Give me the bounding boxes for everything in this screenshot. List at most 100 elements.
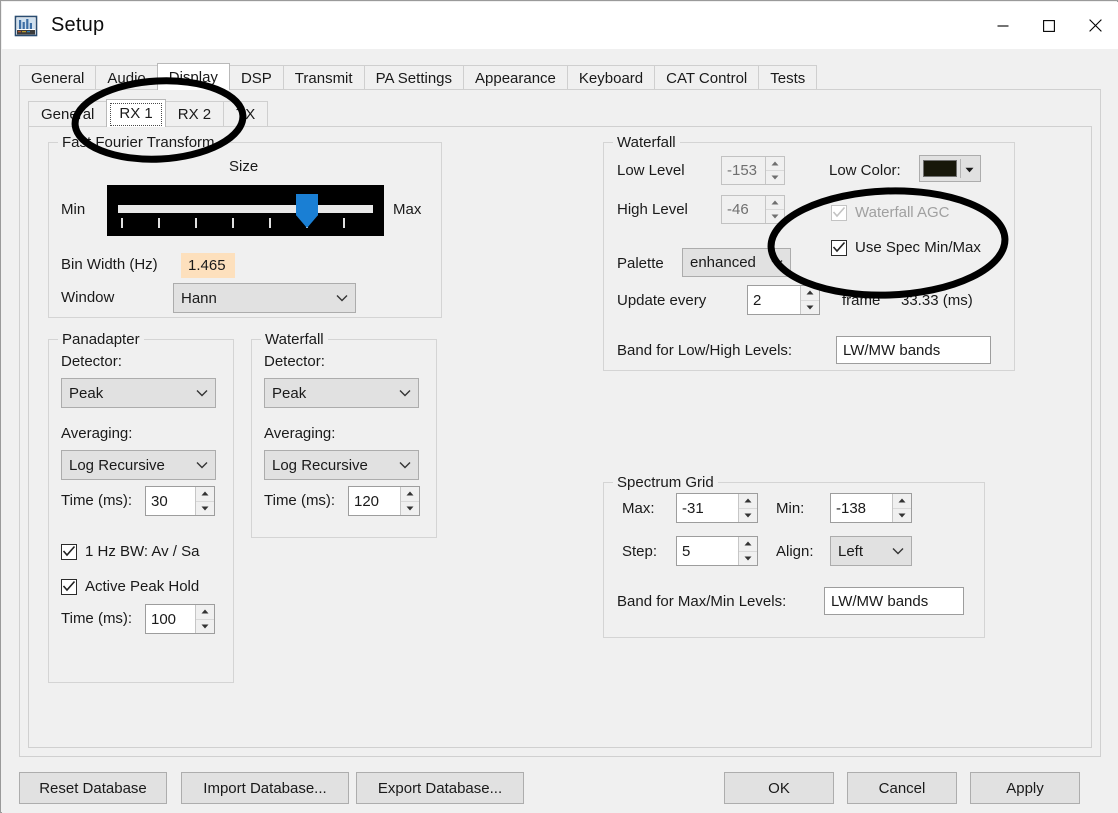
tab-dsp[interactable]: DSP [228, 65, 284, 90]
spinner-down-icon[interactable] [196, 502, 214, 516]
spinner-up-icon[interactable] [401, 487, 419, 502]
checkbox-box [61, 578, 77, 595]
tab-transmit[interactable]: Transmit [282, 65, 365, 90]
cancel-button[interactable]: Cancel [847, 772, 957, 804]
spinner-down-icon[interactable] [401, 502, 419, 516]
maximize-button[interactable] [1026, 2, 1072, 49]
waterfall-averaging-combo[interactable]: Log Recursive [264, 450, 419, 480]
reset-database-button[interactable]: Reset Database [19, 772, 167, 804]
fft-size-slider[interactable] [107, 185, 384, 236]
window-combo[interactable]: Hann [173, 283, 356, 313]
checkbox-box [61, 543, 77, 560]
waterfall-detector-group: Waterfall Detector: Peak Averaging: Log … [251, 331, 437, 538]
spectrum-window-icon [13, 13, 39, 39]
panadapter-group: Panadapter Detector: Peak Averaging: Log… [48, 331, 234, 683]
tab-label: Transmit [294, 70, 353, 87]
update-every-value: 2 [753, 291, 762, 309]
sub-tab-rx2[interactable]: RX 2 [164, 101, 225, 127]
check-icon [832, 206, 846, 217]
waterfall-detector-group-legend: Waterfall [261, 331, 328, 348]
panadapter-averaging-combo[interactable]: Log Recursive [61, 450, 216, 480]
spinner-up-icon[interactable] [766, 157, 784, 171]
tab-label: Audio [107, 70, 146, 87]
chevron-down-icon [392, 461, 418, 469]
spinner-down-icon[interactable] [766, 210, 784, 223]
band-max-min-value[interactable]: LW/MW bands [824, 587, 964, 615]
band-low-high-value[interactable]: LW/MW bands [836, 336, 991, 364]
sub-tab-general[interactable]: General [28, 101, 108, 127]
grid-max-spinner[interactable]: -31 [676, 493, 758, 523]
frame-label: frame [842, 292, 881, 309]
grid-step-spinner[interactable]: 5 [676, 536, 758, 566]
update-every-spinner[interactable]: 2 [747, 285, 820, 315]
spinner-buttons [738, 537, 757, 565]
spinner-down-icon[interactable] [739, 509, 757, 523]
spinner-buttons [195, 487, 214, 515]
spinner-up-icon[interactable] [893, 494, 911, 509]
panadapter-time-spinner[interactable]: 30 [145, 486, 215, 516]
main-tab-bar: General Audio Display DSP Transmit PA Se… [19, 63, 1101, 90]
spinner-buttons [800, 286, 819, 314]
sub-tab-tx[interactable]: TX [223, 101, 269, 127]
spinner-up-icon[interactable] [739, 537, 757, 552]
spinner-up-icon[interactable] [766, 196, 784, 210]
band-max-min-label: Band for Max/Min Levels: [617, 593, 787, 610]
grid-align-combo[interactable]: Left [830, 536, 912, 566]
update-every-label: Update every [617, 292, 707, 309]
tab-cat-control[interactable]: CAT Control [654, 65, 760, 90]
check-icon [62, 545, 76, 556]
waterfall-averaging-value: Log Recursive [272, 456, 368, 474]
tab-audio[interactable]: Audio [95, 65, 158, 90]
spinner-down-icon[interactable] [801, 301, 819, 315]
spinner-up-icon[interactable] [801, 286, 819, 301]
spinner-up-icon[interactable] [196, 487, 214, 502]
tab-appearance[interactable]: Appearance [463, 65, 568, 90]
import-database-button[interactable]: Import Database... [181, 772, 349, 804]
fft-max-label: Max [393, 201, 422, 218]
spinner-down-icon[interactable] [739, 552, 757, 566]
close-button[interactable] [1072, 2, 1118, 49]
grid-min-spinner[interactable]: -138 [830, 493, 912, 523]
checkbox-label: Waterfall AGC [855, 204, 950, 221]
palette-label: Palette [617, 255, 664, 272]
spinner-up-icon[interactable] [739, 494, 757, 509]
peak-hold-time-spinner[interactable]: 100 [145, 604, 215, 634]
tab-label: General [31, 70, 85, 87]
tab-general[interactable]: General [19, 65, 97, 90]
panadapter-detector-combo[interactable]: Peak [61, 378, 216, 408]
fft-min-label: Min [61, 201, 86, 218]
spinner-down-icon[interactable] [196, 620, 214, 634]
chevron-down-icon [392, 389, 418, 397]
sub-tab-rx1[interactable]: RX 1 [106, 99, 166, 127]
ok-button[interactable]: OK [724, 772, 834, 804]
tab-tests[interactable]: Tests [758, 65, 818, 90]
spinner-up-icon[interactable] [196, 605, 214, 620]
low-color-picker[interactable] [919, 155, 981, 182]
apply-button[interactable]: Apply [970, 772, 1080, 804]
waterfall-detector-combo[interactable]: Peak [264, 378, 419, 408]
export-database-button[interactable]: Export Database... [356, 772, 524, 804]
spinner-buttons [738, 494, 757, 522]
grid-align-label: Align: [776, 543, 814, 560]
tab-label: Tests [770, 70, 806, 87]
tab-keyboard[interactable]: Keyboard [566, 65, 656, 90]
spinner-down-icon[interactable] [766, 171, 784, 184]
grid-max-value: -31 [682, 499, 704, 517]
minimize-button[interactable] [980, 2, 1026, 49]
window-title: Setup [51, 14, 105, 36]
checkbox-label: 1 Hz BW: Av / Sa [85, 543, 200, 560]
close-icon [1088, 19, 1102, 32]
checkbox-active-peak-hold[interactable]: Active Peak Hold [61, 578, 199, 595]
peak-hold-time-value: 100 [151, 610, 177, 628]
chevron-down-icon [885, 547, 911, 555]
waterfall-time-spinner[interactable]: 120 [348, 486, 420, 516]
low-level-spinner[interactable]: -153 [721, 156, 785, 185]
tab-display[interactable]: Display [156, 63, 230, 90]
palette-combo[interactable]: enhanced [682, 248, 791, 277]
checkbox-use-spec-minmax[interactable]: Use Spec Min/Max [831, 239, 981, 256]
tab-pa-settings[interactable]: PA Settings [363, 65, 464, 90]
tab-label: TX [236, 106, 256, 123]
spinner-down-icon[interactable] [893, 509, 911, 523]
high-level-spinner[interactable]: -46 [721, 195, 785, 224]
checkbox-1hz-bw[interactable]: 1 Hz BW: Av / Sa [61, 543, 200, 560]
